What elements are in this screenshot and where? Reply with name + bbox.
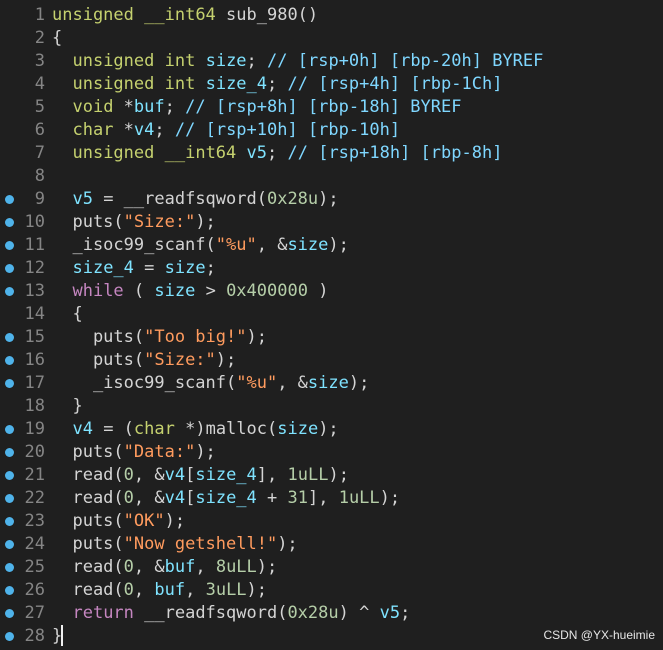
code-line[interactable]: 14 { — [0, 303, 663, 326]
line-number: 5 — [34, 97, 45, 117]
line-number: 27 — [24, 603, 45, 623]
code-text[interactable]: unsigned int size; // [rsp+0h] [rbp-20h]… — [52, 50, 543, 73]
line-number: 2 — [34, 28, 45, 48]
line-number: 6 — [34, 120, 45, 140]
text-caret — [61, 625, 63, 646]
line-number: 14 — [24, 304, 45, 324]
code-editor[interactable]: 1 unsigned __int64 sub_980() 2{3 unsigned … — [0, 4, 663, 648]
code-text[interactable]: puts("Too big!"); — [52, 326, 267, 349]
code-text[interactable]: read(0, &v4[size_4 + 31], 1uLL); — [52, 487, 400, 510]
code-text[interactable]: } — [52, 395, 82, 418]
line-number: 16 — [24, 350, 45, 370]
code-line[interactable]: 16 puts("Size:"); — [0, 349, 663, 372]
code-text[interactable]: unsigned __int64 sub_980() — [52, 4, 318, 27]
line-number: 26 — [24, 580, 45, 600]
code-line[interactable]: 27 return __readfsqword(0x28u) ^ v5; — [0, 602, 663, 625]
code-line[interactable]: 26 read(0, buf, 3uLL); — [0, 579, 663, 602]
code-text[interactable]: size_4 = size; — [52, 257, 215, 280]
code-line[interactable]: 15 puts("Too big!"); — [0, 326, 663, 349]
line-number: 19 — [24, 419, 45, 439]
code-text[interactable]: while ( size > 0x400000 ) — [52, 280, 328, 303]
code-text[interactable]: read(0, &v4[size_4], 1uLL); — [52, 464, 348, 487]
line-number: 7 — [34, 143, 45, 163]
line-number: 24 — [24, 534, 45, 554]
code-text[interactable]: puts("Data:"); — [52, 441, 215, 464]
code-line[interactable]: 2{ — [0, 27, 663, 50]
code-text[interactable]: _isoc99_scanf("%u", &size); — [52, 234, 348, 257]
code-text[interactable]: unsigned int size_4; // [rsp+4h] [rbp-1C… — [52, 73, 502, 96]
line-number: 11 — [24, 235, 45, 255]
line-number: 8 — [34, 166, 45, 186]
code-text[interactable]: puts("OK"); — [52, 510, 185, 533]
code-line[interactable]: 4 unsigned int size_4; // [rsp+4h] [rbp-… — [0, 73, 663, 96]
line-number: 3 — [34, 51, 45, 71]
line-number: 20 — [24, 442, 45, 462]
code-text[interactable]: read(0, &buf, 8uLL); — [52, 556, 277, 579]
code-line[interactable]: 22 read(0, &v4[size_4 + 31], 1uLL); — [0, 487, 663, 510]
code-line[interactable]: 19 v4 = (char *)malloc(size); — [0, 418, 663, 441]
code-line[interactable]: 11 _isoc99_scanf("%u", &size); — [0, 234, 663, 257]
line-number: 21 — [24, 465, 45, 485]
code-text[interactable]: _isoc99_scanf("%u", &size); — [52, 372, 369, 395]
code-line[interactable]: 18 } — [0, 395, 663, 418]
code-line[interactable]: 1 unsigned __int64 sub_980() — [0, 4, 663, 27]
code-line[interactable]: 21 read(0, &v4[size_4], 1uLL); — [0, 464, 663, 487]
line-number: 12 — [24, 258, 45, 278]
code-text[interactable]: unsigned __int64 v5; // [rsp+18h] [rbp-8… — [52, 142, 502, 165]
code-line[interactable]: 25 read(0, &buf, 8uLL); — [0, 556, 663, 579]
code-line[interactable]: 10 puts("Size:"); — [0, 211, 663, 234]
line-number: 15 — [24, 327, 45, 347]
code-text[interactable]: v4 = (char *)malloc(size); — [52, 418, 338, 441]
watermark-text: CSDN @YX-hueimie — [543, 628, 655, 642]
code-line[interactable]: 24 puts("Now getshell!"); — [0, 533, 663, 556]
line-number: 17 — [24, 373, 45, 393]
code-line[interactable]: 8 — [0, 165, 663, 188]
line-number: 4 — [34, 74, 45, 94]
code-text[interactable]: { — [52, 27, 62, 50]
code-line[interactable]: 6 char *v4; // [rsp+10h] [rbp-10h] — [0, 119, 663, 142]
code-line[interactable]: 23 puts("OK"); — [0, 510, 663, 533]
line-number: 9 — [34, 189, 45, 209]
code-text[interactable]: char *v4; // [rsp+10h] [rbp-10h] — [52, 119, 400, 142]
code-line[interactable]: 13 while ( size > 0x400000 ) — [0, 280, 663, 303]
line-number: 22 — [24, 488, 45, 508]
code-line[interactable]: 17 _isoc99_scanf("%u", &size); — [0, 372, 663, 395]
line-number: 23 — [24, 511, 45, 531]
code-line[interactable]: 3 unsigned int size; // [rsp+0h] [rbp-20… — [0, 50, 663, 73]
line-number: 25 — [24, 557, 45, 577]
line-number: 10 — [24, 212, 45, 232]
code-text[interactable]: v5 = __readfsqword(0x28u); — [52, 188, 338, 211]
code-line[interactable]: 7 unsigned __int64 v5; // [rsp+18h] [rbp… — [0, 142, 663, 165]
line-number: 28 — [24, 626, 45, 646]
code-text[interactable]: return __readfsqword(0x28u) ^ v5; — [52, 602, 410, 625]
code-line[interactable]: 9 v5 = __readfsqword(0x28u); — [0, 188, 663, 211]
code-line[interactable]: 20 puts("Data:"); — [0, 441, 663, 464]
code-text[interactable]: puts("Size:"); — [52, 211, 215, 234]
code-text[interactable]: { — [52, 303, 82, 326]
line-number: 18 — [24, 396, 45, 416]
line-number: 1 — [34, 5, 45, 25]
code-line[interactable]: 12 size_4 = size; — [0, 257, 663, 280]
code-text[interactable]: puts("Now getshell!"); — [52, 533, 297, 556]
line-number: 13 — [24, 281, 45, 301]
code-text[interactable]: read(0, buf, 3uLL); — [52, 579, 267, 602]
code-text[interactable]: puts("Size:"); — [52, 349, 236, 372]
code-text[interactable]: void *buf; // [rsp+8h] [rbp-18h] BYREF — [52, 96, 461, 119]
code-line[interactable]: 5 void *buf; // [rsp+8h] [rbp-18h] BYREF — [0, 96, 663, 119]
